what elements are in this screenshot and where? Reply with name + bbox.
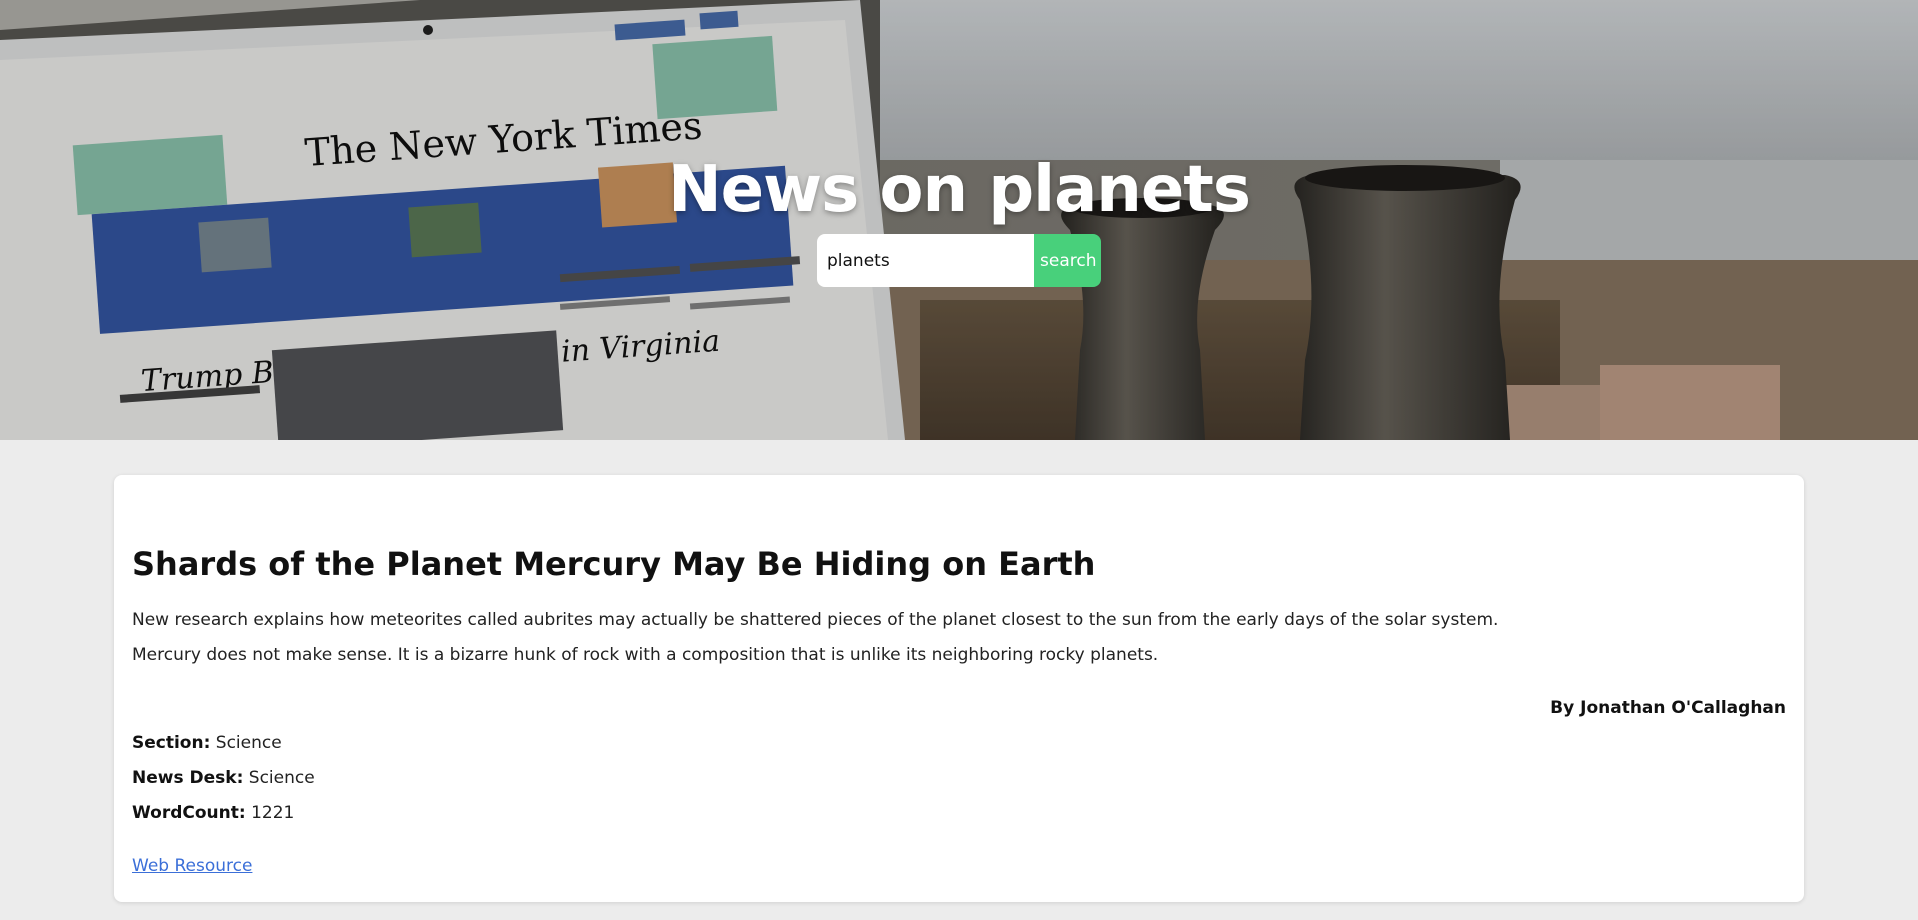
article-card: Shards of the Planet Mercury May Be Hidi… [114, 475, 1804, 902]
search-button[interactable]: search [1034, 234, 1101, 287]
section-value: Science [215, 733, 282, 753]
hero-content: News on planets search [0, 150, 1918, 287]
article-title: Shards of the Planet Mercury May Be Hidi… [132, 545, 1096, 583]
article-word-count: WordCount: 1221 [132, 803, 294, 823]
hero-banner: The New York Times Trump Blames 'Both Si… [0, 0, 1918, 440]
page-title: News on planets [668, 153, 1251, 227]
web-resource-link[interactable]: Web Resource [132, 856, 252, 876]
section-label: Section: [132, 733, 211, 753]
news-desk-value: Science [248, 768, 315, 788]
search-bar: search [817, 234, 1101, 287]
article-byline: By Jonathan O'Callaghan [1550, 698, 1786, 718]
word-count-label: WordCount: [132, 803, 246, 823]
word-count-value: 1221 [251, 803, 295, 823]
article-abstract: New research explains how meteorites cal… [132, 610, 1499, 630]
news-desk-label: News Desk: [132, 768, 244, 788]
article-lead-paragraph: Mercury does not make sense. It is a biz… [132, 645, 1159, 665]
article-news-desk: News Desk: Science [132, 768, 315, 788]
article-section: Section: Science [132, 733, 282, 753]
search-input[interactable] [817, 234, 1034, 287]
